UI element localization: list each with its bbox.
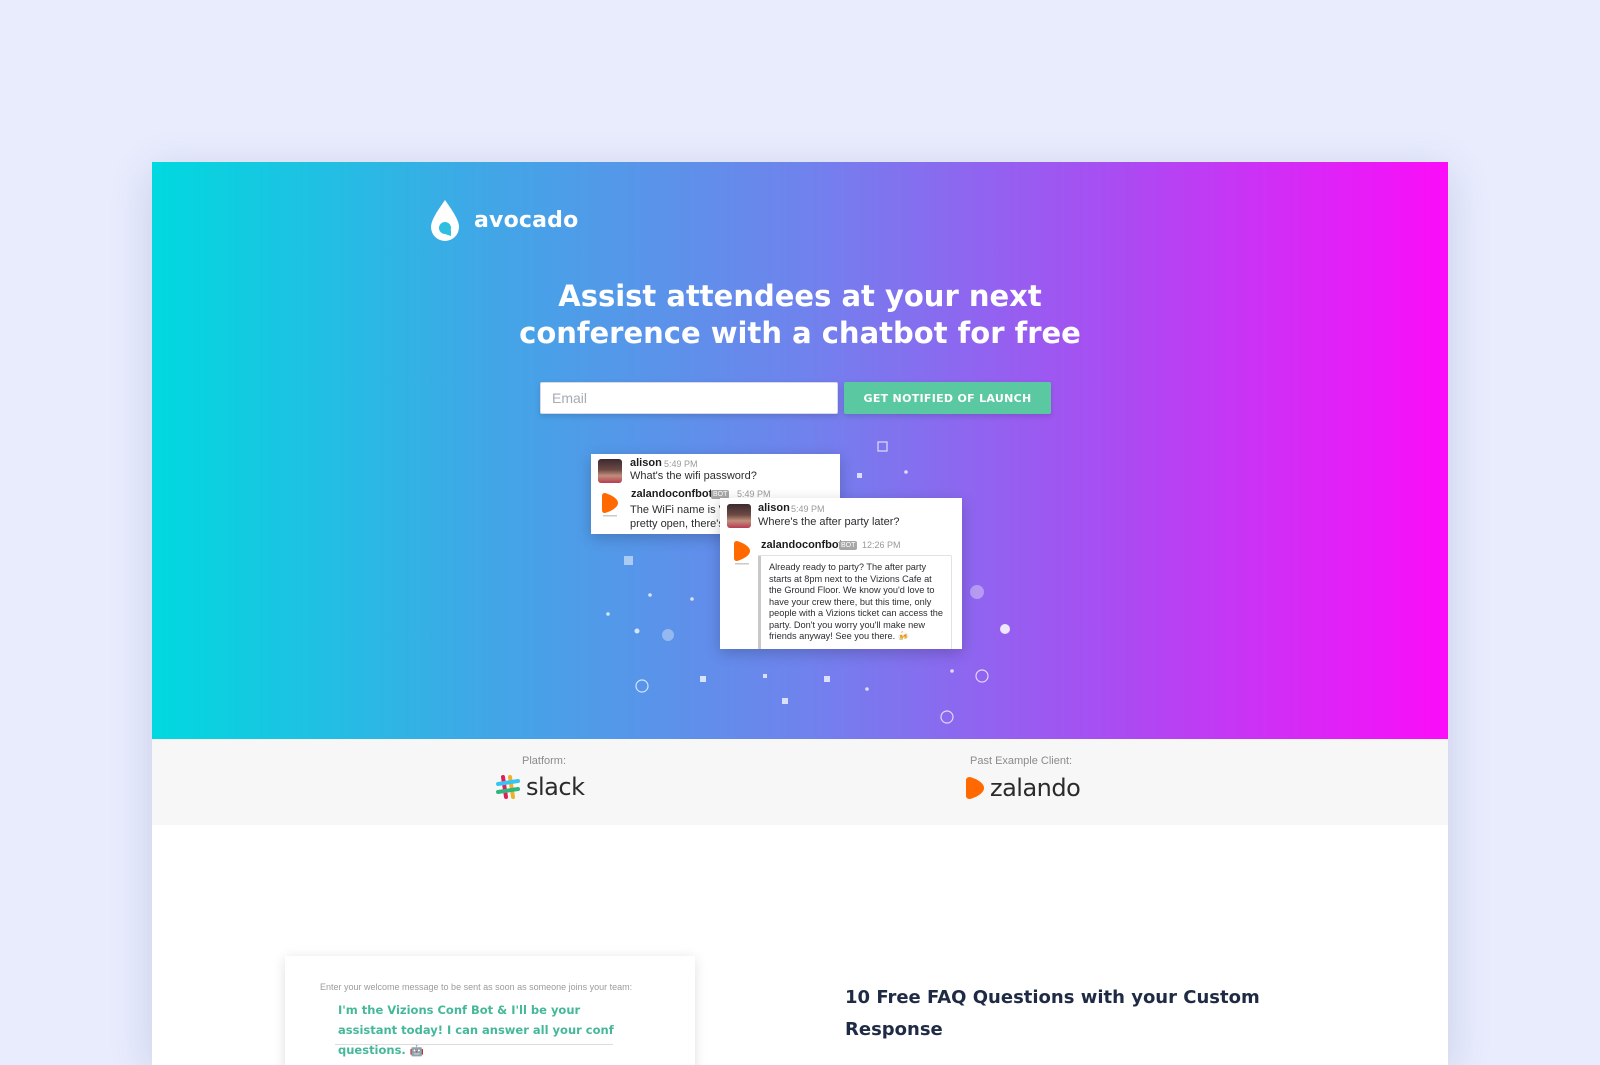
particle <box>1000 624 1010 634</box>
zalando-wordmark: zalando <box>990 774 1081 802</box>
bot-name: zalandoconfbot <box>761 539 843 551</box>
particle <box>904 470 908 474</box>
slack-icon <box>496 775 520 799</box>
zalando-logo: zalando <box>964 774 1081 802</box>
bot-reply-line: have your crew there, but this time, onl… <box>769 596 932 607</box>
message-time: 12:26 PM <box>862 540 901 550</box>
particle <box>865 687 869 691</box>
welcome-message-card: Enter your welcome message to be sent as… <box>285 956 695 1065</box>
bot-reply-line: party. Don't you worry you'll make new <box>769 619 926 630</box>
particle <box>634 628 640 634</box>
zalando-icon <box>966 777 984 799</box>
message-time: 5:49 PM <box>791 504 825 514</box>
message-time: 5:49 PM <box>664 459 698 469</box>
landing-page-frame: avocado Assist attendees at your next co… <box>152 162 1448 1065</box>
hero-section: avocado Assist attendees at your next co… <box>152 162 1448 739</box>
bot-name: zalandoconfbot <box>631 488 713 500</box>
particle <box>950 669 954 673</box>
platform-label: Platform: <box>522 755 567 767</box>
particle <box>940 710 954 724</box>
particle <box>763 674 767 678</box>
chat-preview-card-afterparty: alison 5:49 PM Where's the after party l… <box>720 498 962 649</box>
particle <box>690 597 694 601</box>
bot-reply-line: friends anyway! See you there. 🍻 <box>769 631 910 641</box>
particle <box>877 441 888 452</box>
slack-logo: slack <box>494 773 585 801</box>
particle <box>606 612 610 616</box>
faq-feature-title: 10 Free FAQ Questions with your Custom R… <box>845 987 1260 1040</box>
zalando-bot-icon <box>602 493 618 517</box>
particle <box>662 629 674 641</box>
slack-wordmark: slack <box>526 773 585 801</box>
bot-badge: BOT <box>839 541 858 550</box>
message-text: Where's the after party later? <box>758 516 900 528</box>
bot-reply-line: starts at 8pm next to the Vizions Cafe a… <box>769 573 932 584</box>
bot-reply-line: Already ready to party? The after party <box>769 562 927 572</box>
particle <box>624 556 633 565</box>
particle <box>782 698 788 704</box>
particle <box>700 676 706 682</box>
user-avatar <box>598 459 622 483</box>
particle <box>857 473 862 478</box>
particle <box>970 585 984 599</box>
bot-message-line: pretty open, there's <box>630 518 724 530</box>
message-text: What's the wifi password? <box>630 470 757 482</box>
bot-reply-line: the Ground Floor. We know you'd love to <box>769 585 935 595</box>
platforms-band: Platform: slack Past Example Client: zal… <box>152 739 1448 825</box>
welcome-message-input[interactable]: I'm the Vizions Conf Bot & I'll be your … <box>338 1000 618 1060</box>
user-name: alison <box>630 457 662 469</box>
user-avatar <box>727 504 751 528</box>
user-name: alison <box>758 502 790 514</box>
welcome-message-label: Enter your welcome message to be sent as… <box>320 982 633 992</box>
zalando-bot-icon <box>734 541 750 565</box>
client-label: Past Example Client: <box>970 755 1073 767</box>
bot-reply-block: Already ready to party? The after party … <box>758 555 952 649</box>
decorative-particles <box>606 441 1010 724</box>
particle <box>975 669 989 683</box>
bot-message-line: The WiFi name is V <box>630 504 726 516</box>
particle <box>635 679 649 693</box>
particle <box>648 593 652 597</box>
particle <box>824 676 830 682</box>
input-underline <box>335 1044 613 1045</box>
bot-reply-line: people with a Vizions ticket can access … <box>769 608 943 618</box>
